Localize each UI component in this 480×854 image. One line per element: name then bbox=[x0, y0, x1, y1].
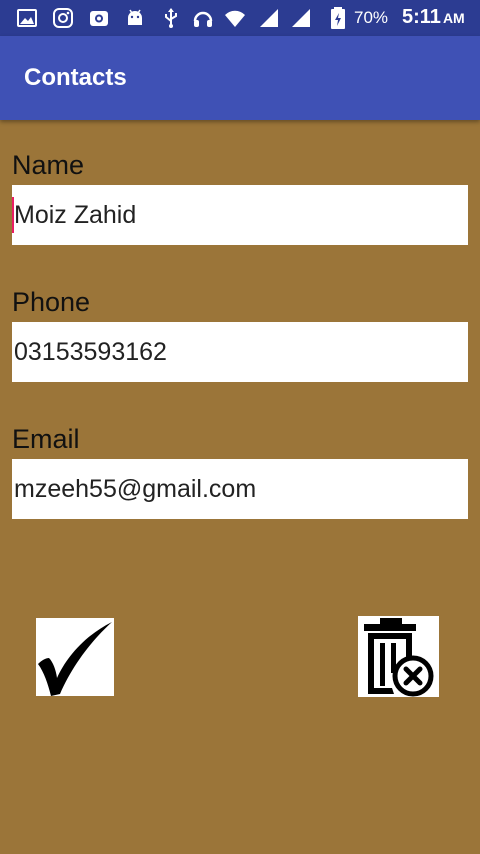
name-field[interactable] bbox=[12, 185, 468, 245]
clock-ampm: AM bbox=[442, 10, 465, 26]
signal-icon bbox=[290, 7, 312, 29]
name-label: Name bbox=[12, 150, 85, 180]
status-bar: 70% 5:11 AM bbox=[0, 0, 480, 36]
app-bar: Contacts bbox=[0, 36, 480, 120]
save-button[interactable] bbox=[36, 618, 114, 696]
phone-label: Phone bbox=[12, 287, 91, 317]
email-label: Email bbox=[12, 424, 80, 454]
text-cursor bbox=[12, 197, 14, 233]
clock-time: 5:11 bbox=[402, 6, 441, 28]
battery-percentage: 70% bbox=[354, 8, 389, 27]
clock: 5:11 AM bbox=[402, 6, 465, 29]
checkmark-icon bbox=[36, 618, 114, 696]
usb-icon bbox=[160, 7, 182, 29]
delete-button[interactable] bbox=[358, 616, 439, 697]
email-field[interactable] bbox=[12, 459, 468, 519]
android-icon bbox=[124, 7, 146, 29]
camera-icon bbox=[88, 7, 110, 29]
phone-field[interactable] bbox=[12, 322, 468, 382]
battery-icon bbox=[330, 7, 346, 29]
delete-contact-icon bbox=[358, 616, 439, 697]
signal-icon bbox=[258, 7, 280, 29]
page-title: Contacts bbox=[24, 64, 127, 91]
headset-icon bbox=[192, 7, 214, 29]
image-icon bbox=[16, 7, 38, 29]
wifi-icon bbox=[224, 7, 248, 29]
instagram-icon bbox=[52, 7, 74, 29]
